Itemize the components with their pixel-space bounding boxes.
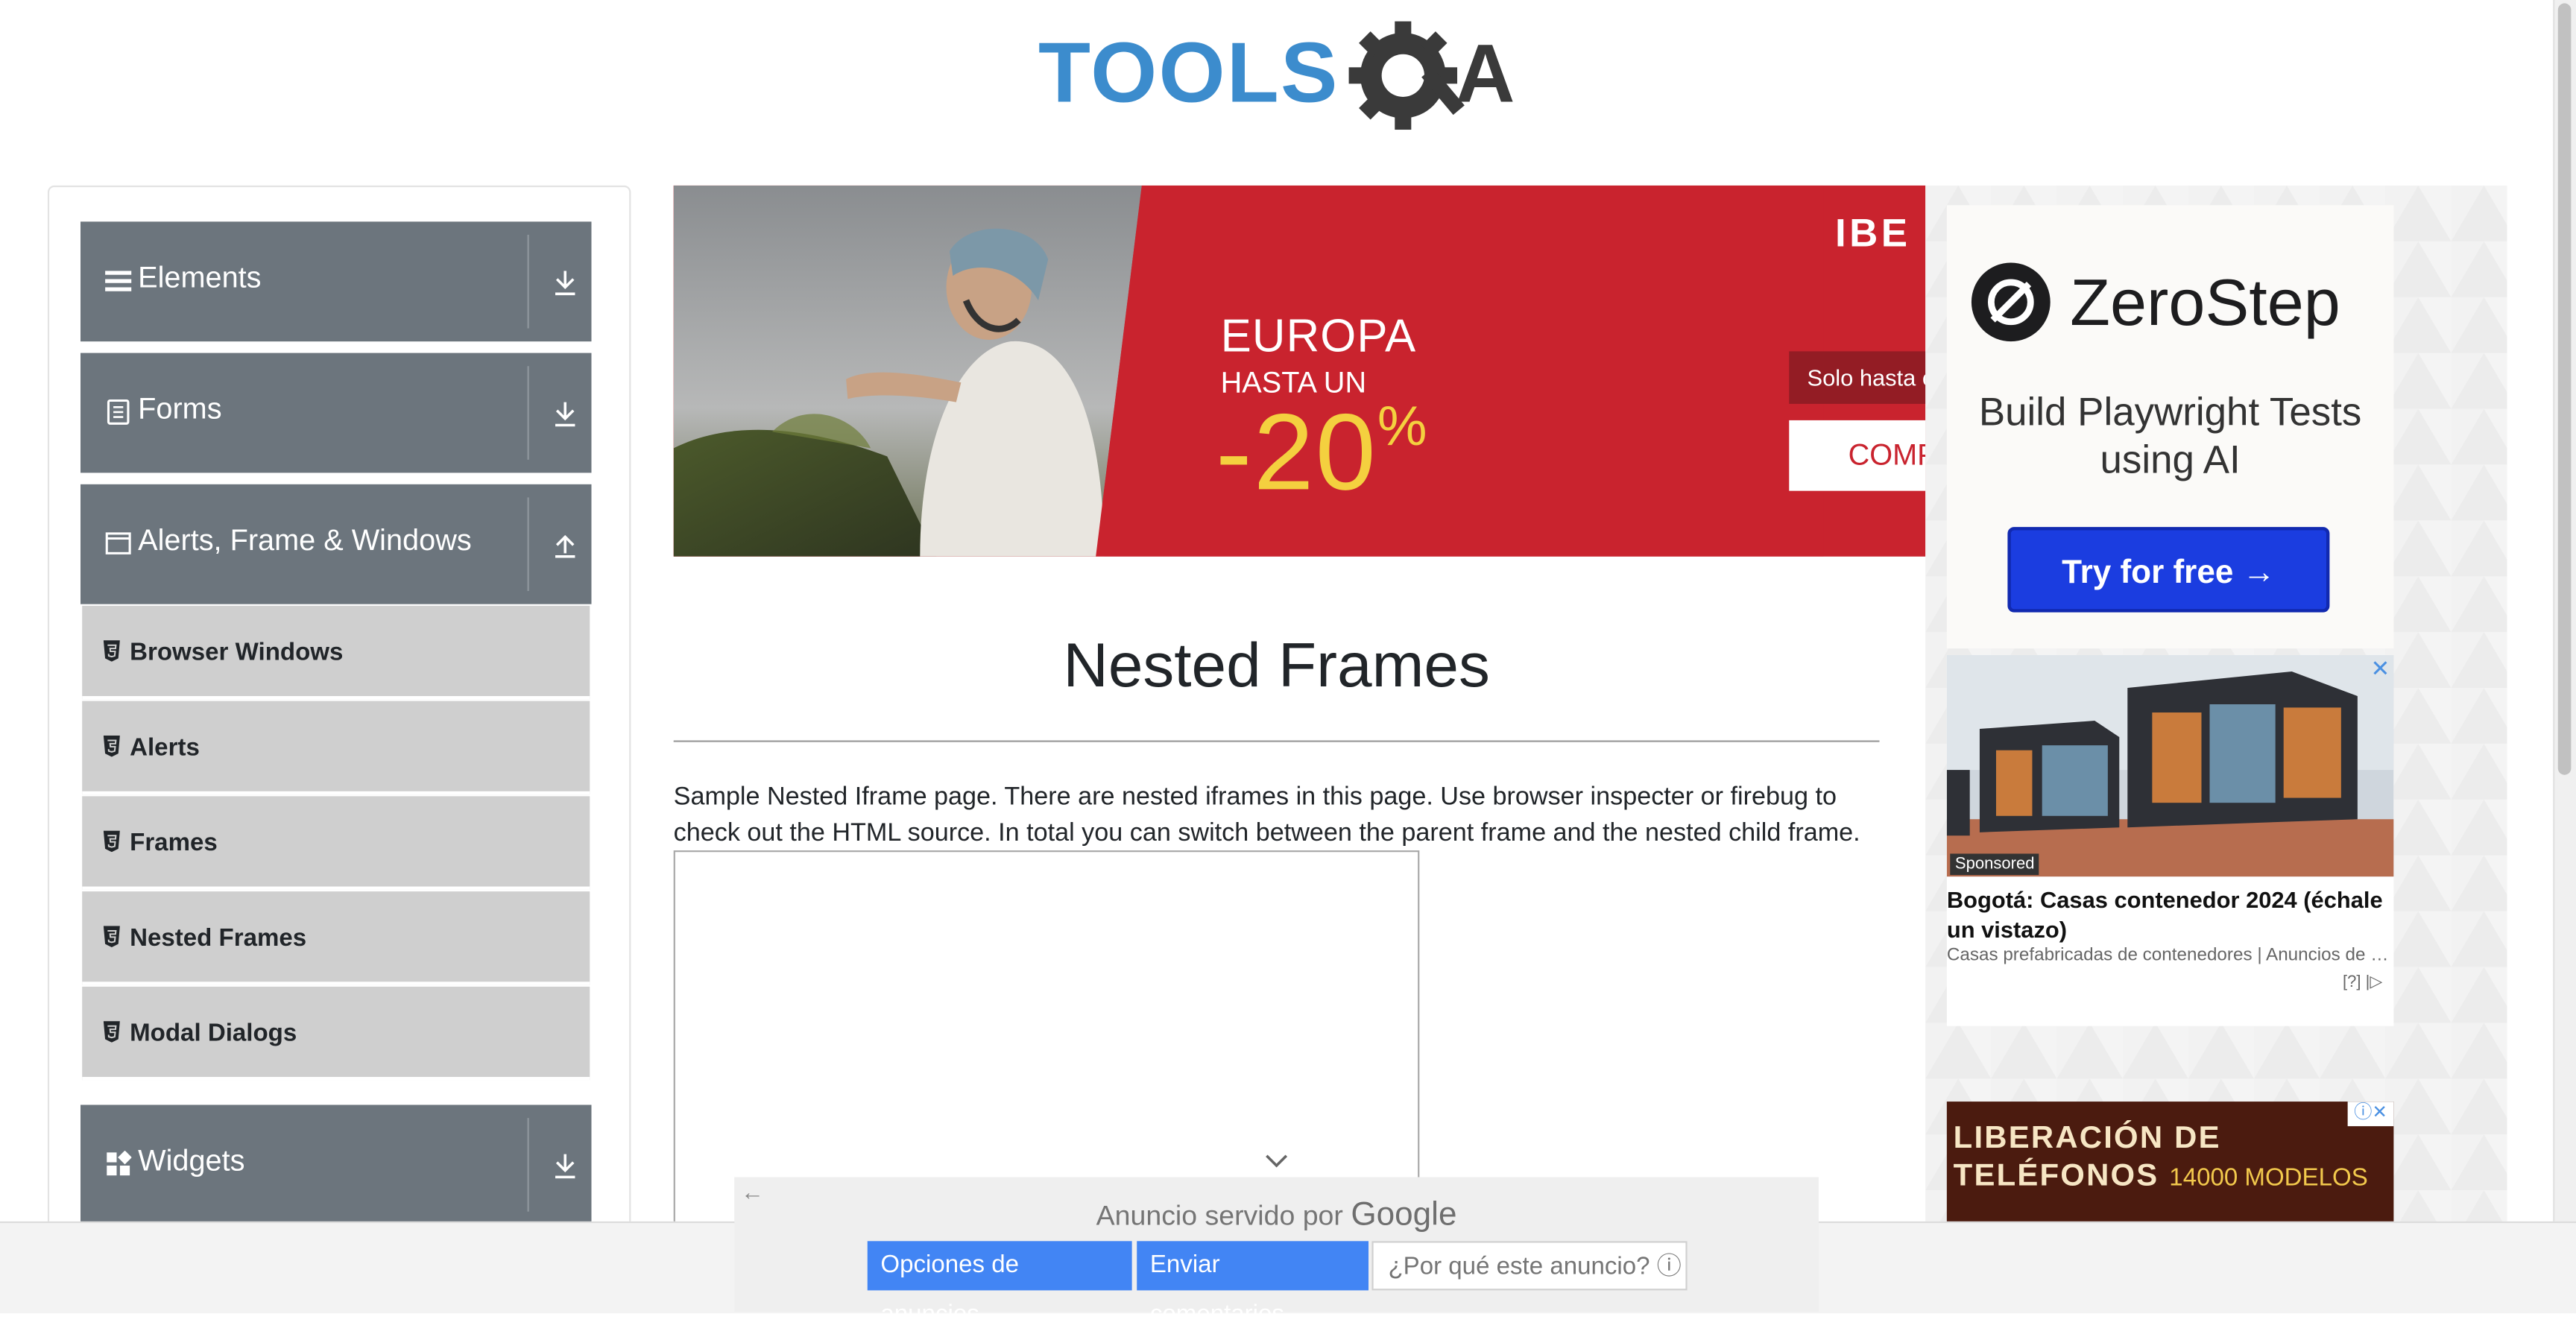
banner-discount-value: -20 [1216,391,1377,513]
download-arrow-icon[interactable] [552,1151,578,1181]
liberacion-text: LIBERACIÓN DE TELÉFONOS 14000 MODELOS [1954,1119,2368,1197]
sidebar-item-label: Frames [130,829,218,857]
try-for-free-button[interactable]: Try for free → [2007,527,2330,613]
group-divider [527,235,529,329]
sidebar-item-label: Modal Dialogs [130,1019,297,1048]
sidebar-item-modal-dialogs[interactable]: Modal Dialogs [82,986,590,1081]
liberacion-line1: LIBERACIÓN DE [1953,1121,2221,1156]
ad-served-by: Anuncio servido por Google [734,1197,1819,1235]
sidebar-item-alerts[interactable]: Alerts [82,701,590,795]
sidebar-item-label: Browser Windows [130,638,344,667]
sidebar-group-label: Alerts, Frame & Windows [138,523,472,557]
banner-ad[interactable]: IBE EUROPA HASTA UN -20% Solo hasta e CO… [673,185,1926,557]
ad-served-prefix: Anuncio servido por [1096,1200,1343,1232]
sponsored-title[interactable]: Bogotá: Casas contenedor 2024 (échale un… [1947,885,2394,944]
sidebar-group-forms[interactable]: Forms [80,353,592,473]
page-description: Sample Nested Iframe page. There are nes… [673,783,1860,847]
window-icon [105,532,131,554]
html5-icon [103,830,120,853]
sidebar-group-alerts-frame-windows[interactable]: Alerts, Frame & Windows [80,484,592,604]
html5-icon [103,735,120,757]
html5-icon [103,1021,120,1043]
sidebar-group-label: Forms [138,392,222,426]
banner-discount: -20% [1216,389,1429,513]
upload-arrow-icon[interactable] [552,531,578,560]
banner-tag: Solo hasta e [1789,351,1926,404]
group-divider [527,1118,529,1212]
sidebar-item-nested-frames[interactable]: Nested Frames [82,891,590,985]
send-feedback-button[interactable]: Enviar comentarios [1137,1241,1369,1328]
sidebar-item-label: Alerts [130,733,200,762]
zerostep-logo-icon [1971,262,2051,342]
page-title: Nested Frames [1063,632,1490,701]
google-wordmark: Google [1351,1196,1457,1233]
liberacion-models: 14000 MODELOS [2169,1163,2368,1192]
toolsqa-logo-graphic: TOOLS A [1038,21,1515,130]
logo-tools-text: TOOLS [1038,25,1339,121]
download-arrow-icon[interactable] [552,399,578,429]
liberacion-line2: TELÉFONOS [1953,1159,2159,1194]
form-icon [107,399,130,425]
banner-discount-sign: % [1377,395,1429,458]
html5-icon [103,926,120,948]
zerostep-tagline: Build Playwright Tests using AI [1978,391,2362,483]
scrollbar-thumb[interactable] [2557,3,2572,775]
chevron-down-icon[interactable] [1262,1151,1292,1170]
sidebar-item-label: Nested Frames [130,924,307,952]
ad-options-button[interactable]: Opciones de anuncios [867,1241,1132,1328]
banner-brand: IBE [1834,212,1911,256]
container-house-image [1946,654,2394,877]
download-arrow-icon[interactable] [552,268,578,297]
sidebar-group-widgets[interactable]: Widgets [80,1104,592,1225]
sidebar-item-frames[interactable]: Frames [82,796,590,890]
logo-gear-icon [1348,21,1465,130]
sponsored-subtitle: Casas prefabricadas de contenedores | An… [1946,945,2394,966]
title-divider [673,740,1880,742]
sidebar-group-label: Widgets [138,1144,245,1178]
close-ad-icon[interactable]: ✕ [2371,655,2390,683]
hamburger-icon [105,271,132,291]
sponsored-badge: Sponsored [1950,853,2040,876]
zerostep-name: ZeroStep [2070,268,2340,340]
widgets-icon [107,1151,132,1176]
toolsqa-logo[interactable]: TOOLS A [1038,19,1521,138]
banner-cta-button[interactable]: COMP [1789,420,1926,491]
sidebar-group-elements[interactable]: Elements [80,221,592,342]
sidebar-group-label: Elements [138,261,262,294]
html5-icon [103,640,120,662]
liberacion-line2-wrap: TELÉFONOS 14000 MODELOS [1954,1157,2368,1197]
group-divider [527,366,529,460]
google-ad-footer: ← Anuncio servido por Google Opciones de… [734,1154,1819,1328]
why-this-ad-button[interactable]: ¿Por qué este anuncio? ⓘ [1371,1241,1688,1291]
zerostep-ad[interactable]: ZeroStep Build Playwright Tests using AI… [1946,205,2394,649]
logo-a-text: A [1456,28,1515,120]
sponsored-ad[interactable]: Sponsored ✕ Bogotá: Casas contenedor 202… [1946,654,2394,1026]
group-divider [527,497,529,592]
ad-info-close-icon[interactable]: ⓘ✕ [2347,1102,2394,1127]
sidebar-item-browser-windows[interactable]: Browser Windows [82,605,590,700]
liberacion-ad[interactable]: LIBERACIÓN DE TELÉFONOS 14000 MODELOS ⓘ✕ [1946,1102,2394,1236]
adchoices-icon[interactable]: [?] |▷ [2343,973,2382,991]
banner-headline: EUROPA [1220,310,1417,361]
